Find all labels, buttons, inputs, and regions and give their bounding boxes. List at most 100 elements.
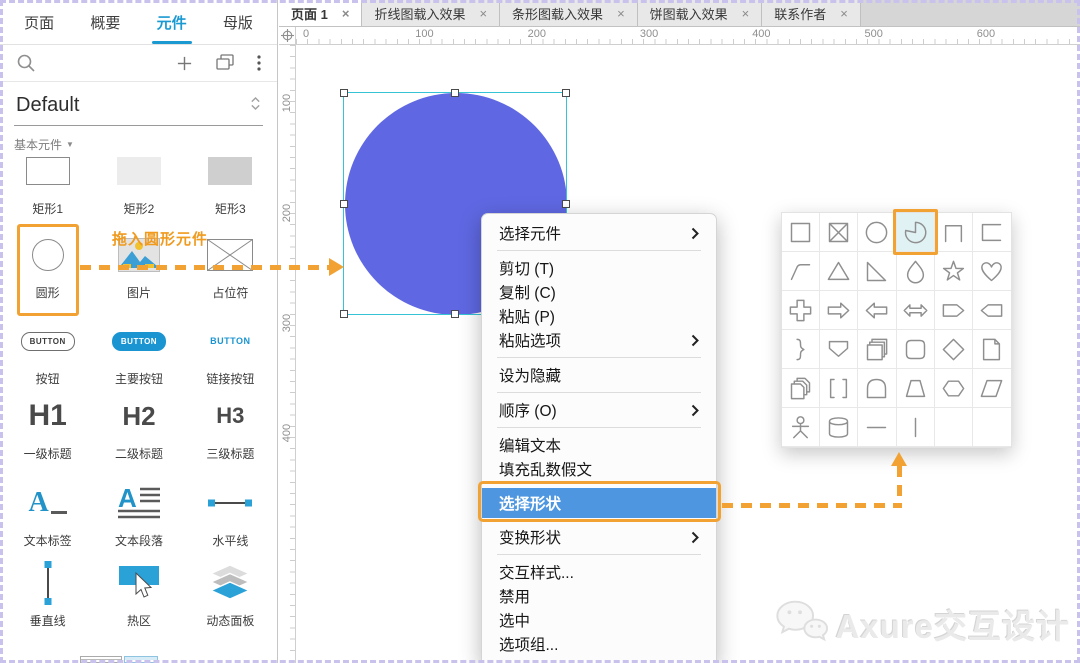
- kebab-menu-icon[interactable]: [257, 55, 261, 71]
- star-icon: [940, 258, 967, 285]
- close-icon[interactable]: ×: [840, 7, 848, 20]
- rounded-square-icon: [902, 336, 929, 363]
- widget-rect2[interactable]: 矩形2: [93, 148, 184, 217]
- shape-option-star[interactable]: [935, 252, 973, 291]
- shape-option-document[interactable]: [973, 330, 1011, 369]
- selection-handle[interactable]: [451, 89, 459, 97]
- widget-rect3[interactable]: 矩形3: [185, 148, 276, 217]
- menu-item-label: 交互样式...: [499, 561, 574, 583]
- widget-label: 矩形3: [215, 200, 246, 217]
- widget-h1[interactable]: H1一级标题: [2, 393, 93, 462]
- widget-button-primary[interactable]: BUTTON主要按钮: [93, 318, 184, 387]
- ruler-origin-crosshair-icon[interactable]: [279, 27, 296, 45]
- widget-dynamic-panel[interactable]: 动态面板: [185, 560, 276, 629]
- menu-item-禁用[interactable]: 禁用: [482, 584, 716, 608]
- widget-button-link[interactable]: BUTTON链接按钮: [185, 318, 276, 387]
- menu-item-选择形状[interactable]: 选择形状: [482, 488, 716, 518]
- close-icon[interactable]: ×: [479, 7, 487, 20]
- close-icon[interactable]: ×: [617, 7, 625, 20]
- widget-hotspot[interactable]: 热区: [93, 560, 184, 629]
- search-icon[interactable]: [16, 53, 36, 73]
- widget-rect1[interactable]: 矩形1: [2, 148, 93, 217]
- panel-tab-元件[interactable]: 元件: [151, 0, 193, 44]
- document-tab[interactable]: 条形图载入效果×: [500, 0, 638, 26]
- shape-option-trapezoid[interactable]: [897, 369, 935, 408]
- close-icon[interactable]: ×: [342, 7, 350, 20]
- menu-item-粘贴P[interactable]: 粘贴 (P): [482, 304, 716, 328]
- document-tab[interactable]: 饼图载入效果×: [638, 0, 763, 26]
- menu-item-选中[interactable]: 选中: [482, 608, 716, 632]
- menu-item-剪切T[interactable]: 剪切 (T): [482, 256, 716, 280]
- menu-item-复制C[interactable]: 复制 (C): [482, 280, 716, 304]
- shape-option-right-triangle[interactable]: [858, 252, 896, 291]
- widget-text-paragraph[interactable]: A文本段落: [93, 480, 184, 549]
- menu-item-粘贴选项[interactable]: 粘贴选项: [482, 328, 716, 352]
- selection-handle[interactable]: [340, 200, 348, 208]
- diamond-icon: [940, 336, 967, 363]
- shape-option-rounded-square[interactable]: [897, 330, 935, 369]
- shape-option-triangle[interactable]: [820, 252, 858, 291]
- panel-tab-页面[interactable]: 页面: [18, 0, 60, 44]
- shape-option-pie[interactable]: [897, 213, 935, 252]
- widget-h3[interactable]: H3三级标题: [185, 393, 276, 462]
- document-tab[interactable]: 页面 1×: [279, 0, 362, 26]
- selection-handle[interactable]: [451, 310, 459, 318]
- selection-handle[interactable]: [562, 89, 570, 97]
- close-icon[interactable]: ×: [742, 7, 750, 20]
- shape-option-h-line[interactable]: [858, 408, 896, 447]
- shape-option-arch[interactable]: [858, 369, 896, 408]
- add-icon[interactable]: [176, 55, 193, 72]
- shape-option-v-line[interactable]: [897, 408, 935, 447]
- shape-option-actor[interactable]: [782, 408, 820, 447]
- shape-option-brace-right[interactable]: [782, 330, 820, 369]
- shape-option-arrow-left[interactable]: [858, 291, 896, 330]
- shape-option-heart[interactable]: [973, 252, 1011, 291]
- selection-handle[interactable]: [340, 310, 348, 318]
- menu-item-选项组[interactable]: 选项组...: [482, 632, 716, 656]
- document-tab[interactable]: 折线图载入效果×: [362, 0, 500, 26]
- shape-option-pentagon-right[interactable]: [935, 291, 973, 330]
- shape-option-circle[interactable]: [858, 213, 896, 252]
- selection-handle[interactable]: [562, 200, 570, 208]
- selection-handle[interactable]: [340, 89, 348, 97]
- shape-option-database[interactable]: [820, 408, 858, 447]
- widget-text-label[interactable]: A文本标签: [2, 480, 93, 549]
- shape-option-diamond[interactable]: [935, 330, 973, 369]
- panel-tab-概要[interactable]: 概要: [84, 0, 126, 44]
- shape-option-xbox[interactable]: [820, 213, 858, 252]
- shape-option-open-right[interactable]: [973, 213, 1011, 252]
- shape-option-slant-top[interactable]: [782, 252, 820, 291]
- library-select[interactable]: Default: [14, 90, 263, 126]
- shape-option-pentagon-left[interactable]: [973, 291, 1011, 330]
- shape-option-arrow-double[interactable]: [897, 291, 935, 330]
- widget-button[interactable]: BUTTON按钮: [2, 318, 93, 387]
- panel-tab-母版[interactable]: 母版: [217, 0, 259, 44]
- menu-item-设为隐藏[interactable]: 设为隐藏: [482, 363, 716, 387]
- rect2-icon: [117, 148, 161, 194]
- shape-option-teardrop[interactable]: [897, 252, 935, 291]
- menu-item-变换形状[interactable]: 变换形状: [482, 525, 716, 549]
- shape-option-banner-down[interactable]: [820, 330, 858, 369]
- v-line-icon: [43, 560, 53, 606]
- pentagon-left-icon: [978, 297, 1005, 324]
- shape-option-cross[interactable]: [782, 291, 820, 330]
- pages-icon[interactable]: [215, 54, 235, 72]
- shape-option-brackets[interactable]: [820, 369, 858, 408]
- menu-item-编辑文本[interactable]: 编辑文本: [482, 433, 716, 457]
- shape-option-stack-docs[interactable]: [782, 369, 820, 408]
- menu-item-交互样式[interactable]: 交互样式...: [482, 560, 716, 584]
- shape-option-stack-squares[interactable]: [858, 330, 896, 369]
- widget-h2[interactable]: H2二级标题: [93, 393, 184, 462]
- widget-h-line[interactable]: 水平线: [185, 480, 276, 549]
- menu-item-选择元件[interactable]: 选择元件: [482, 221, 716, 245]
- shape-option-parallelogram[interactable]: [973, 369, 1011, 408]
- document-tab[interactable]: 联系作者×: [762, 0, 861, 26]
- widget-v-line[interactable]: 垂直线: [2, 560, 93, 629]
- widget-label: 二级标题: [115, 445, 163, 462]
- shape-option-arrow-right[interactable]: [820, 291, 858, 330]
- shape-option-open-bottom[interactable]: [935, 213, 973, 252]
- menu-item-顺序O[interactable]: 顺序 (O): [482, 398, 716, 422]
- shape-option-hexagon[interactable]: [935, 369, 973, 408]
- menu-item-填充乱数假文[interactable]: 填充乱数假文: [482, 457, 716, 481]
- shape-option-square[interactable]: [782, 213, 820, 252]
